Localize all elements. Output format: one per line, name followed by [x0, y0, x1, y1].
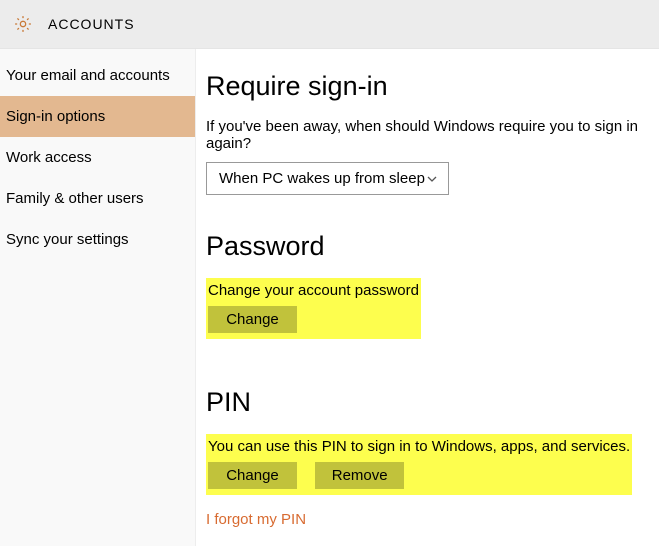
pin-remove-button[interactable]: Remove [315, 462, 404, 489]
pin-highlight: You can use this PIN to sign in to Windo… [206, 434, 632, 495]
require-signin-title: Require sign-in [206, 71, 655, 102]
pin-title: PIN [206, 387, 655, 418]
chevron-down-icon [426, 173, 438, 185]
content-area: Require sign-in If you've been away, whe… [196, 49, 659, 546]
password-title: Password [206, 231, 655, 262]
pin-change-button[interactable]: Change [208, 462, 297, 489]
dropdown-value: When PC wakes up from sleep [219, 170, 425, 187]
sidebar-item-sync-settings[interactable]: Sync your settings [0, 219, 195, 260]
header-bar: ACCOUNTS [0, 0, 659, 49]
require-signin-dropdown[interactable]: When PC wakes up from sleep [206, 162, 449, 195]
sidebar-item-signin-options[interactable]: Sign-in options [0, 96, 195, 137]
sidebar-item-family-users[interactable]: Family & other users [0, 178, 195, 219]
sidebar-item-work-access[interactable]: Work access [0, 137, 195, 178]
sidebar-item-email-accounts[interactable]: Your email and accounts [0, 55, 195, 96]
password-highlight: Change your account password Change [206, 278, 421, 339]
forgot-pin-link[interactable]: I forgot my PIN [206, 511, 306, 528]
gear-icon [12, 13, 34, 35]
password-change-button[interactable]: Change [208, 306, 297, 333]
pin-desc: You can use this PIN to sign in to Windo… [206, 434, 632, 460]
require-signin-desc: If you've been away, when should Windows… [206, 118, 655, 152]
password-desc: Change your account password [206, 278, 421, 304]
sidebar: Your email and accounts Sign-in options … [0, 49, 196, 546]
page-title: ACCOUNTS [48, 16, 135, 32]
